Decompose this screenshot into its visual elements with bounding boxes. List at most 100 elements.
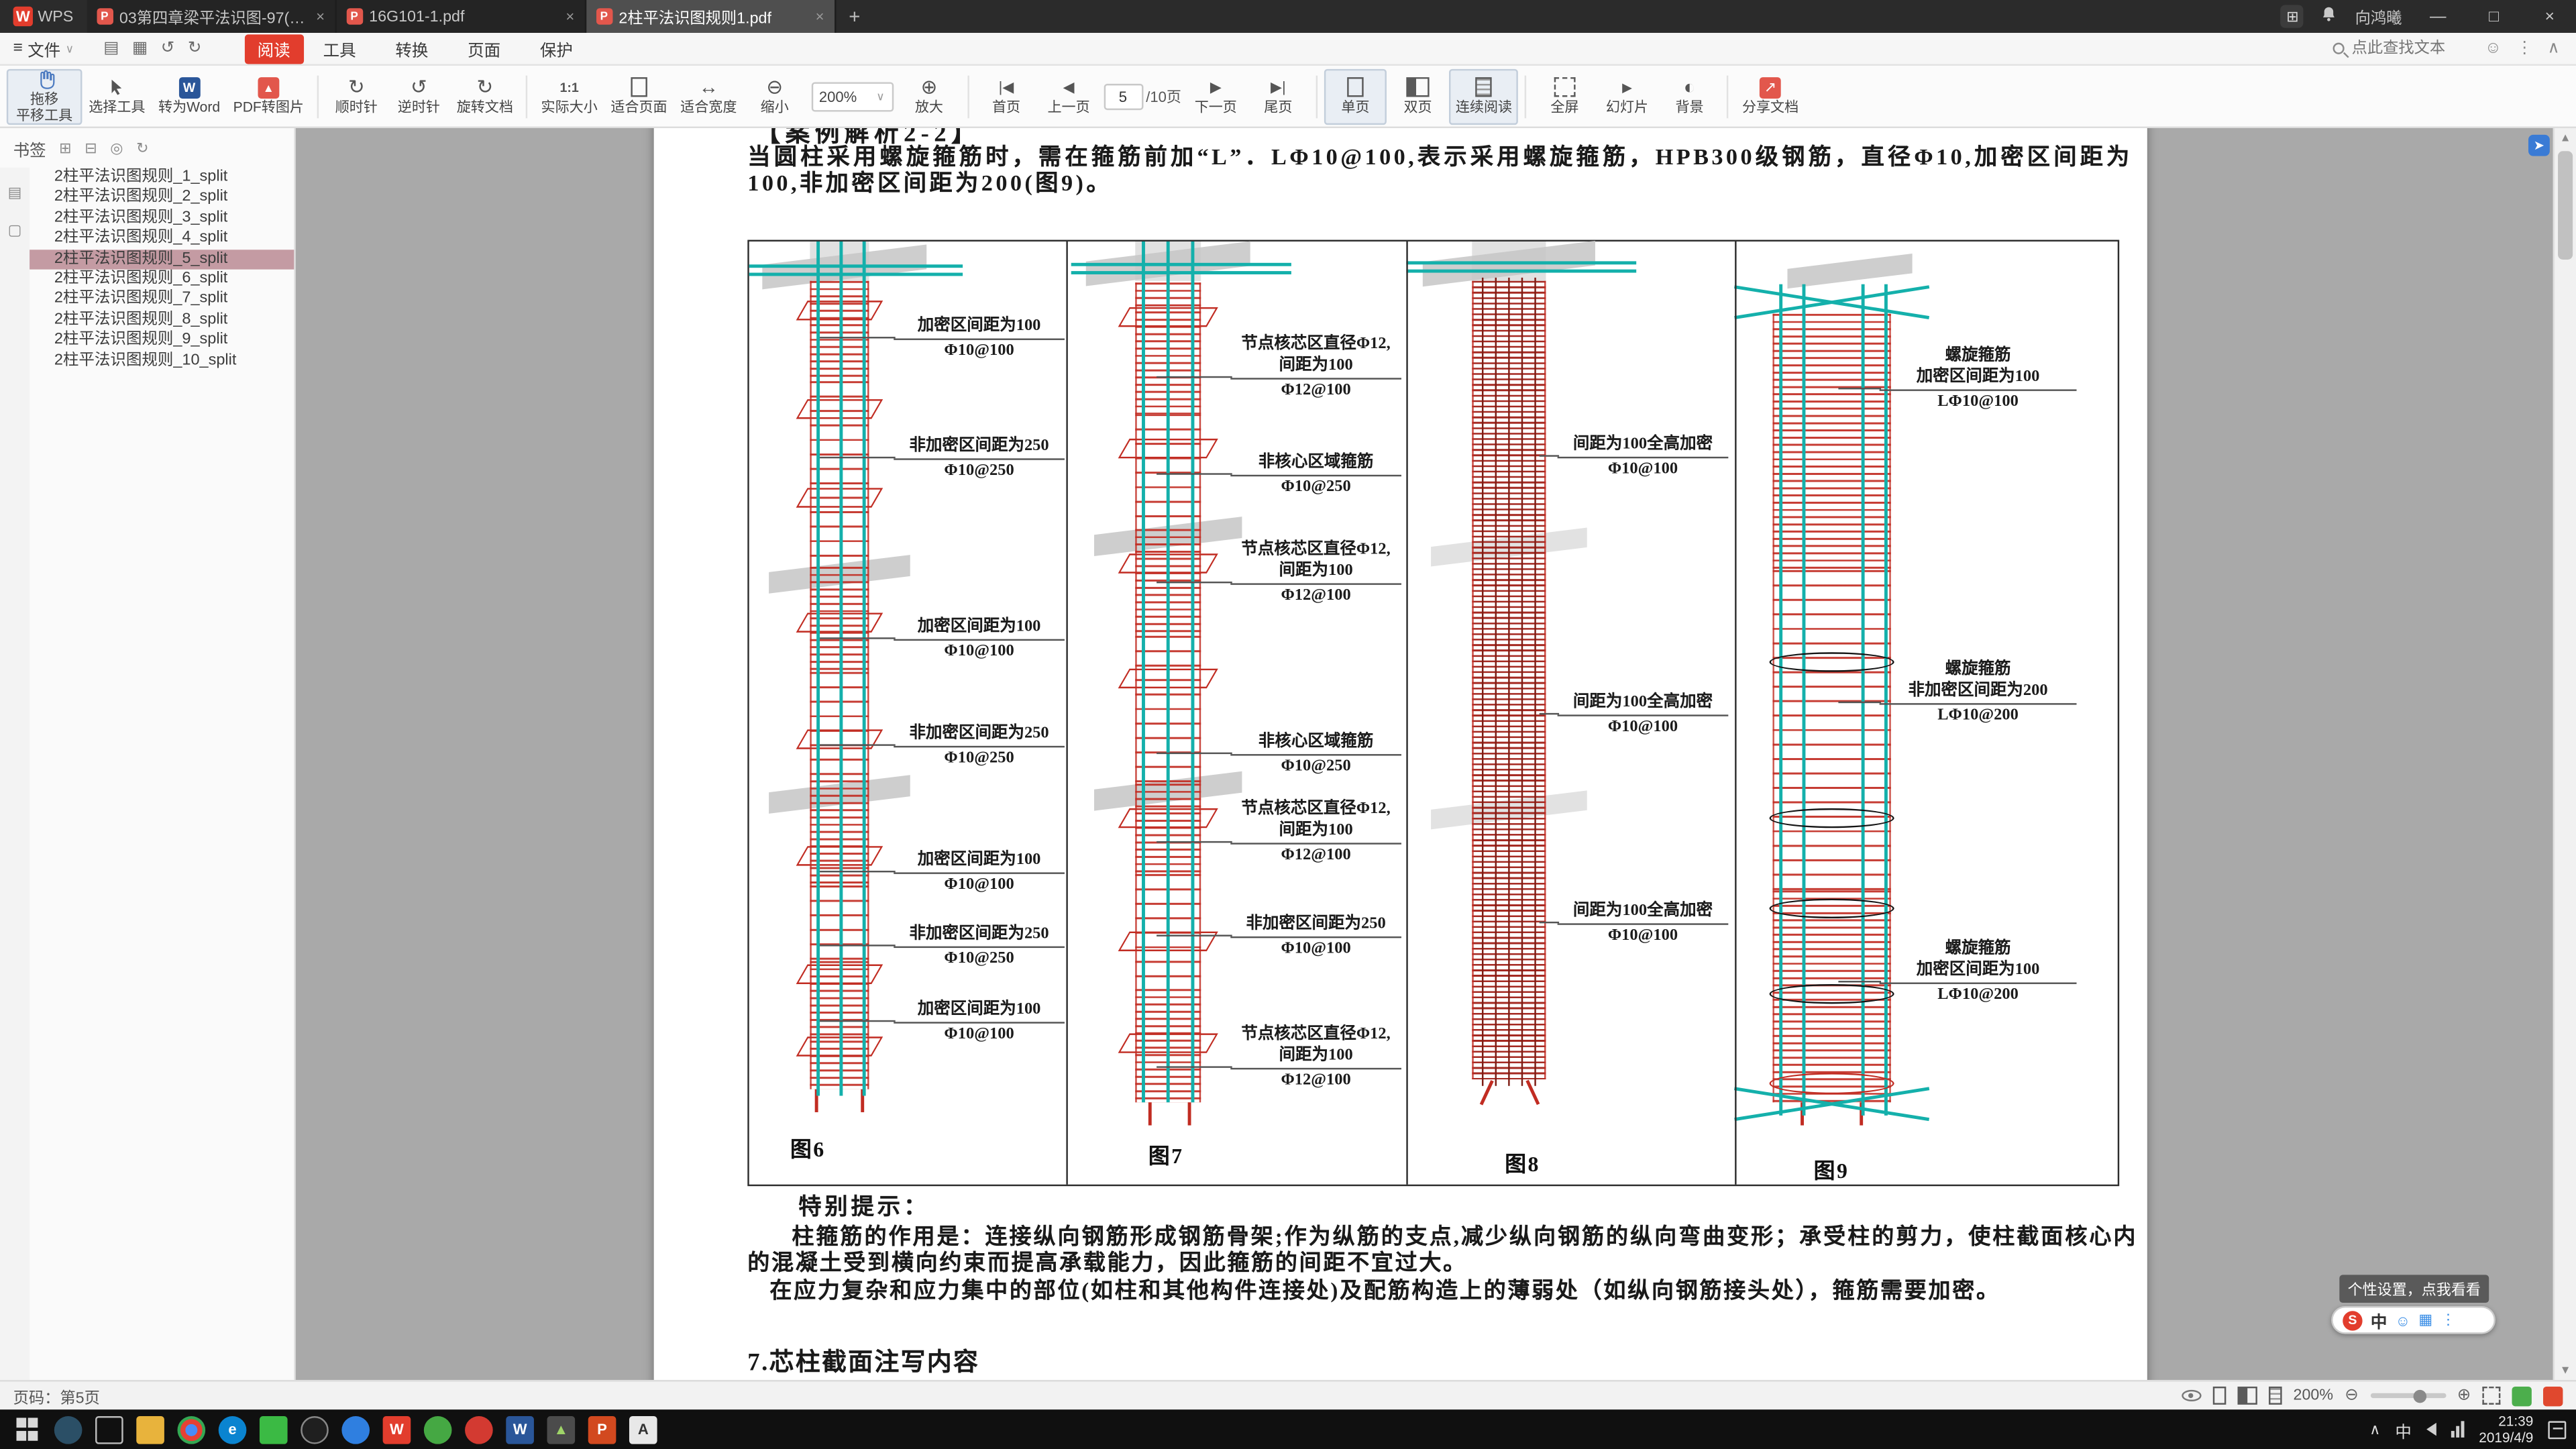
document-tab-2[interactable]: P 16G101-1.pdf ×: [336, 0, 586, 33]
ime-indicator[interactable]: 中: [2395, 1417, 2411, 1442]
task-view-icon[interactable]: [95, 1415, 123, 1444]
fullscreen-toggle-icon[interactable]: [2482, 1387, 2500, 1405]
background-button[interactable]: ◐ 背景: [1658, 68, 1721, 124]
expand-all-icon[interactable]: ⊞: [59, 139, 71, 157]
menu-item-tools[interactable]: 工具: [303, 36, 376, 61]
ime-keyboard-icon[interactable]: ▦: [2418, 1311, 2432, 1329]
find-text-box[interactable]: [2334, 40, 2470, 58]
zoom-in-icon[interactable]: ⊕: [2457, 1387, 2471, 1405]
zoom-in-button[interactable]: ⊕ 放大: [898, 68, 960, 124]
word-icon[interactable]: W: [506, 1415, 534, 1444]
user-name[interactable]: 向鸿曦: [2355, 5, 2402, 28]
bookmark-item-9[interactable]: 2柱平法识图规则_9_split: [30, 331, 294, 351]
action-center-icon[interactable]: [2548, 1420, 2566, 1438]
single-page-view-icon[interactable]: [2213, 1387, 2226, 1405]
share-document-button[interactable]: ↗ 分享文档: [1735, 68, 1805, 124]
page-number-input[interactable]: [1104, 83, 1143, 109]
fit-width-button[interactable]: ↔ 适合宽度: [674, 68, 743, 124]
last-page-button[interactable]: ▶| 尾页: [1247, 68, 1309, 124]
redo-icon[interactable]: ↻: [188, 40, 202, 58]
bookmark-item-4[interactable]: 2柱平法识图规则_4_split: [30, 229, 294, 249]
locate-bookmark-icon[interactable]: ◎: [110, 139, 123, 157]
ime-smiley-icon[interactable]: ☺: [2396, 1312, 2411, 1328]
scroll-up-arrow[interactable]: ▲: [2555, 128, 2576, 148]
undo-icon[interactable]: ↺: [161, 40, 175, 58]
qq-icon[interactable]: [301, 1415, 329, 1444]
network-icon[interactable]: [2451, 1421, 2465, 1437]
prev-page-button[interactable]: ◀ 上一页: [1038, 68, 1100, 124]
bookmark-item-5-selected[interactable]: 2柱平法识图规则_5_split: [30, 249, 294, 269]
ime-mode-indicator[interactable]: 中: [2371, 1307, 2387, 1332]
file-menu[interactable]: ≡ 文件 ∨: [0, 36, 87, 61]
apps-grid-icon[interactable]: ⊞: [2281, 5, 2304, 28]
chrome-icon[interactable]: [177, 1415, 205, 1444]
music-app-icon[interactable]: [465, 1415, 493, 1444]
actual-size-button[interactable]: 1:1 实际大小: [535, 68, 604, 124]
selection-float-widget[interactable]: ➤: [2528, 135, 2550, 156]
tab-close-icon[interactable]: ×: [816, 8, 824, 24]
zoom-percent[interactable]: 200%: [2294, 1387, 2334, 1405]
zoom-out-button[interactable]: ⊖ 缩小: [743, 68, 806, 124]
feedback-smiley-icon[interactable]: ☺: [2485, 40, 2502, 58]
document-tab-3-active[interactable]: P 2柱平法识图规则1.pdf ×: [586, 0, 835, 33]
tab-close-icon[interactable]: ×: [566, 8, 574, 24]
bookmark-item-1[interactable]: 2柱平法识图规则_1_split: [30, 168, 294, 188]
tab-close-icon[interactable]: ×: [316, 8, 325, 24]
save-icon[interactable]: ▤: [103, 40, 119, 58]
more-options-icon[interactable]: ⋮: [2516, 40, 2532, 58]
convert-to-word-button[interactable]: W 转为Word: [152, 68, 227, 124]
notepad-icon[interactable]: A: [629, 1415, 657, 1444]
bookmark-item-2[interactable]: 2柱平法识图规则_2_split: [30, 188, 294, 208]
pdf-to-image-button[interactable]: ▲ PDF转图片: [227, 68, 311, 124]
maximize-button[interactable]: □: [2474, 0, 2514, 33]
wps-menu-button[interactable]: W WPS: [0, 0, 87, 33]
fullscreen-button[interactable]: 全屏: [1534, 68, 1596, 124]
cortana-search-icon[interactable]: [54, 1415, 83, 1444]
bookmark-item-6[interactable]: 2柱平法识图规则_6_split: [30, 270, 294, 290]
sogou-logo-icon[interactable]: S: [2343, 1310, 2362, 1330]
double-page-view-icon[interactable]: [2237, 1387, 2257, 1405]
photos-app-icon[interactable]: ▲: [547, 1415, 576, 1444]
zoom-slider[interactable]: [2370, 1393, 2446, 1398]
fit-page-button[interactable]: 适合页面: [604, 68, 674, 124]
scroll-down-arrow[interactable]: ▼: [2555, 1360, 2576, 1380]
zoom-level-select[interactable]: 200% ∨: [811, 81, 893, 111]
rotate-counterclockwise-button[interactable]: ↺ 逆时针: [388, 68, 450, 124]
powerpoint-icon[interactable]: P: [588, 1415, 616, 1444]
tray-chip-green[interactable]: [2512, 1386, 2531, 1405]
continuous-read-button[interactable]: 连续阅读: [1449, 68, 1519, 124]
first-page-button[interactable]: |◀ 首页: [975, 68, 1038, 124]
refresh-bookmarks-icon[interactable]: ↻: [136, 139, 148, 157]
zoom-out-icon[interactable]: ⊖: [2345, 1387, 2359, 1405]
bookmark-item-7[interactable]: 2柱平法识图规则_7_split: [30, 290, 294, 310]
bookmark-item-10[interactable]: 2柱平法识图规则_10_split: [30, 351, 294, 371]
bell-icon[interactable]: [2320, 5, 2339, 28]
file-explorer-icon[interactable]: [136, 1415, 164, 1444]
menu-item-convert[interactable]: 转换: [376, 36, 448, 61]
next-page-button[interactable]: ▶ 下一页: [1185, 68, 1247, 124]
single-page-button[interactable]: 单页: [1324, 68, 1387, 124]
double-page-button[interactable]: 双页: [1387, 68, 1449, 124]
continuous-view-icon[interactable]: [2269, 1387, 2282, 1405]
tray-chip-red[interactable]: [2543, 1386, 2563, 1405]
rail-thumbnail-icon[interactable]: ▢: [8, 222, 22, 240]
vertical-scrollbar[interactable]: ▲ ▼: [2553, 128, 2576, 1380]
minimize-button[interactable]: —: [2418, 0, 2458, 33]
rotate-document-button[interactable]: ↻ 旋转文档: [450, 68, 520, 124]
tray-chevron-icon[interactable]: ∧: [2369, 1420, 2380, 1438]
slideshow-button[interactable]: ▸ 幻灯片: [1596, 68, 1658, 124]
menu-item-protect[interactable]: 保护: [520, 36, 592, 61]
edge-browser-icon[interactable]: e: [219, 1415, 247, 1444]
close-button[interactable]: ×: [2530, 0, 2569, 33]
start-button[interactable]: [13, 1415, 42, 1444]
bookmark-item-8[interactable]: 2柱平法识图规则_8_split: [30, 310, 294, 330]
document-tab-1[interactable]: P 03第四章梁平法识图-97(3).pdf ×: [87, 0, 336, 33]
search-input[interactable]: [2352, 40, 2470, 58]
clock[interactable]: 21:39 2019/4/9: [2479, 1413, 2533, 1446]
menu-item-page[interactable]: 页面: [448, 36, 521, 61]
360-safe-icon[interactable]: [424, 1415, 452, 1444]
ime-more-icon[interactable]: ⋮: [2440, 1311, 2455, 1329]
volume-icon[interactable]: [2426, 1423, 2436, 1436]
rotate-clockwise-button[interactable]: ↻ 顺时针: [325, 68, 388, 124]
collapse-all-icon[interactable]: ⊟: [85, 139, 97, 157]
